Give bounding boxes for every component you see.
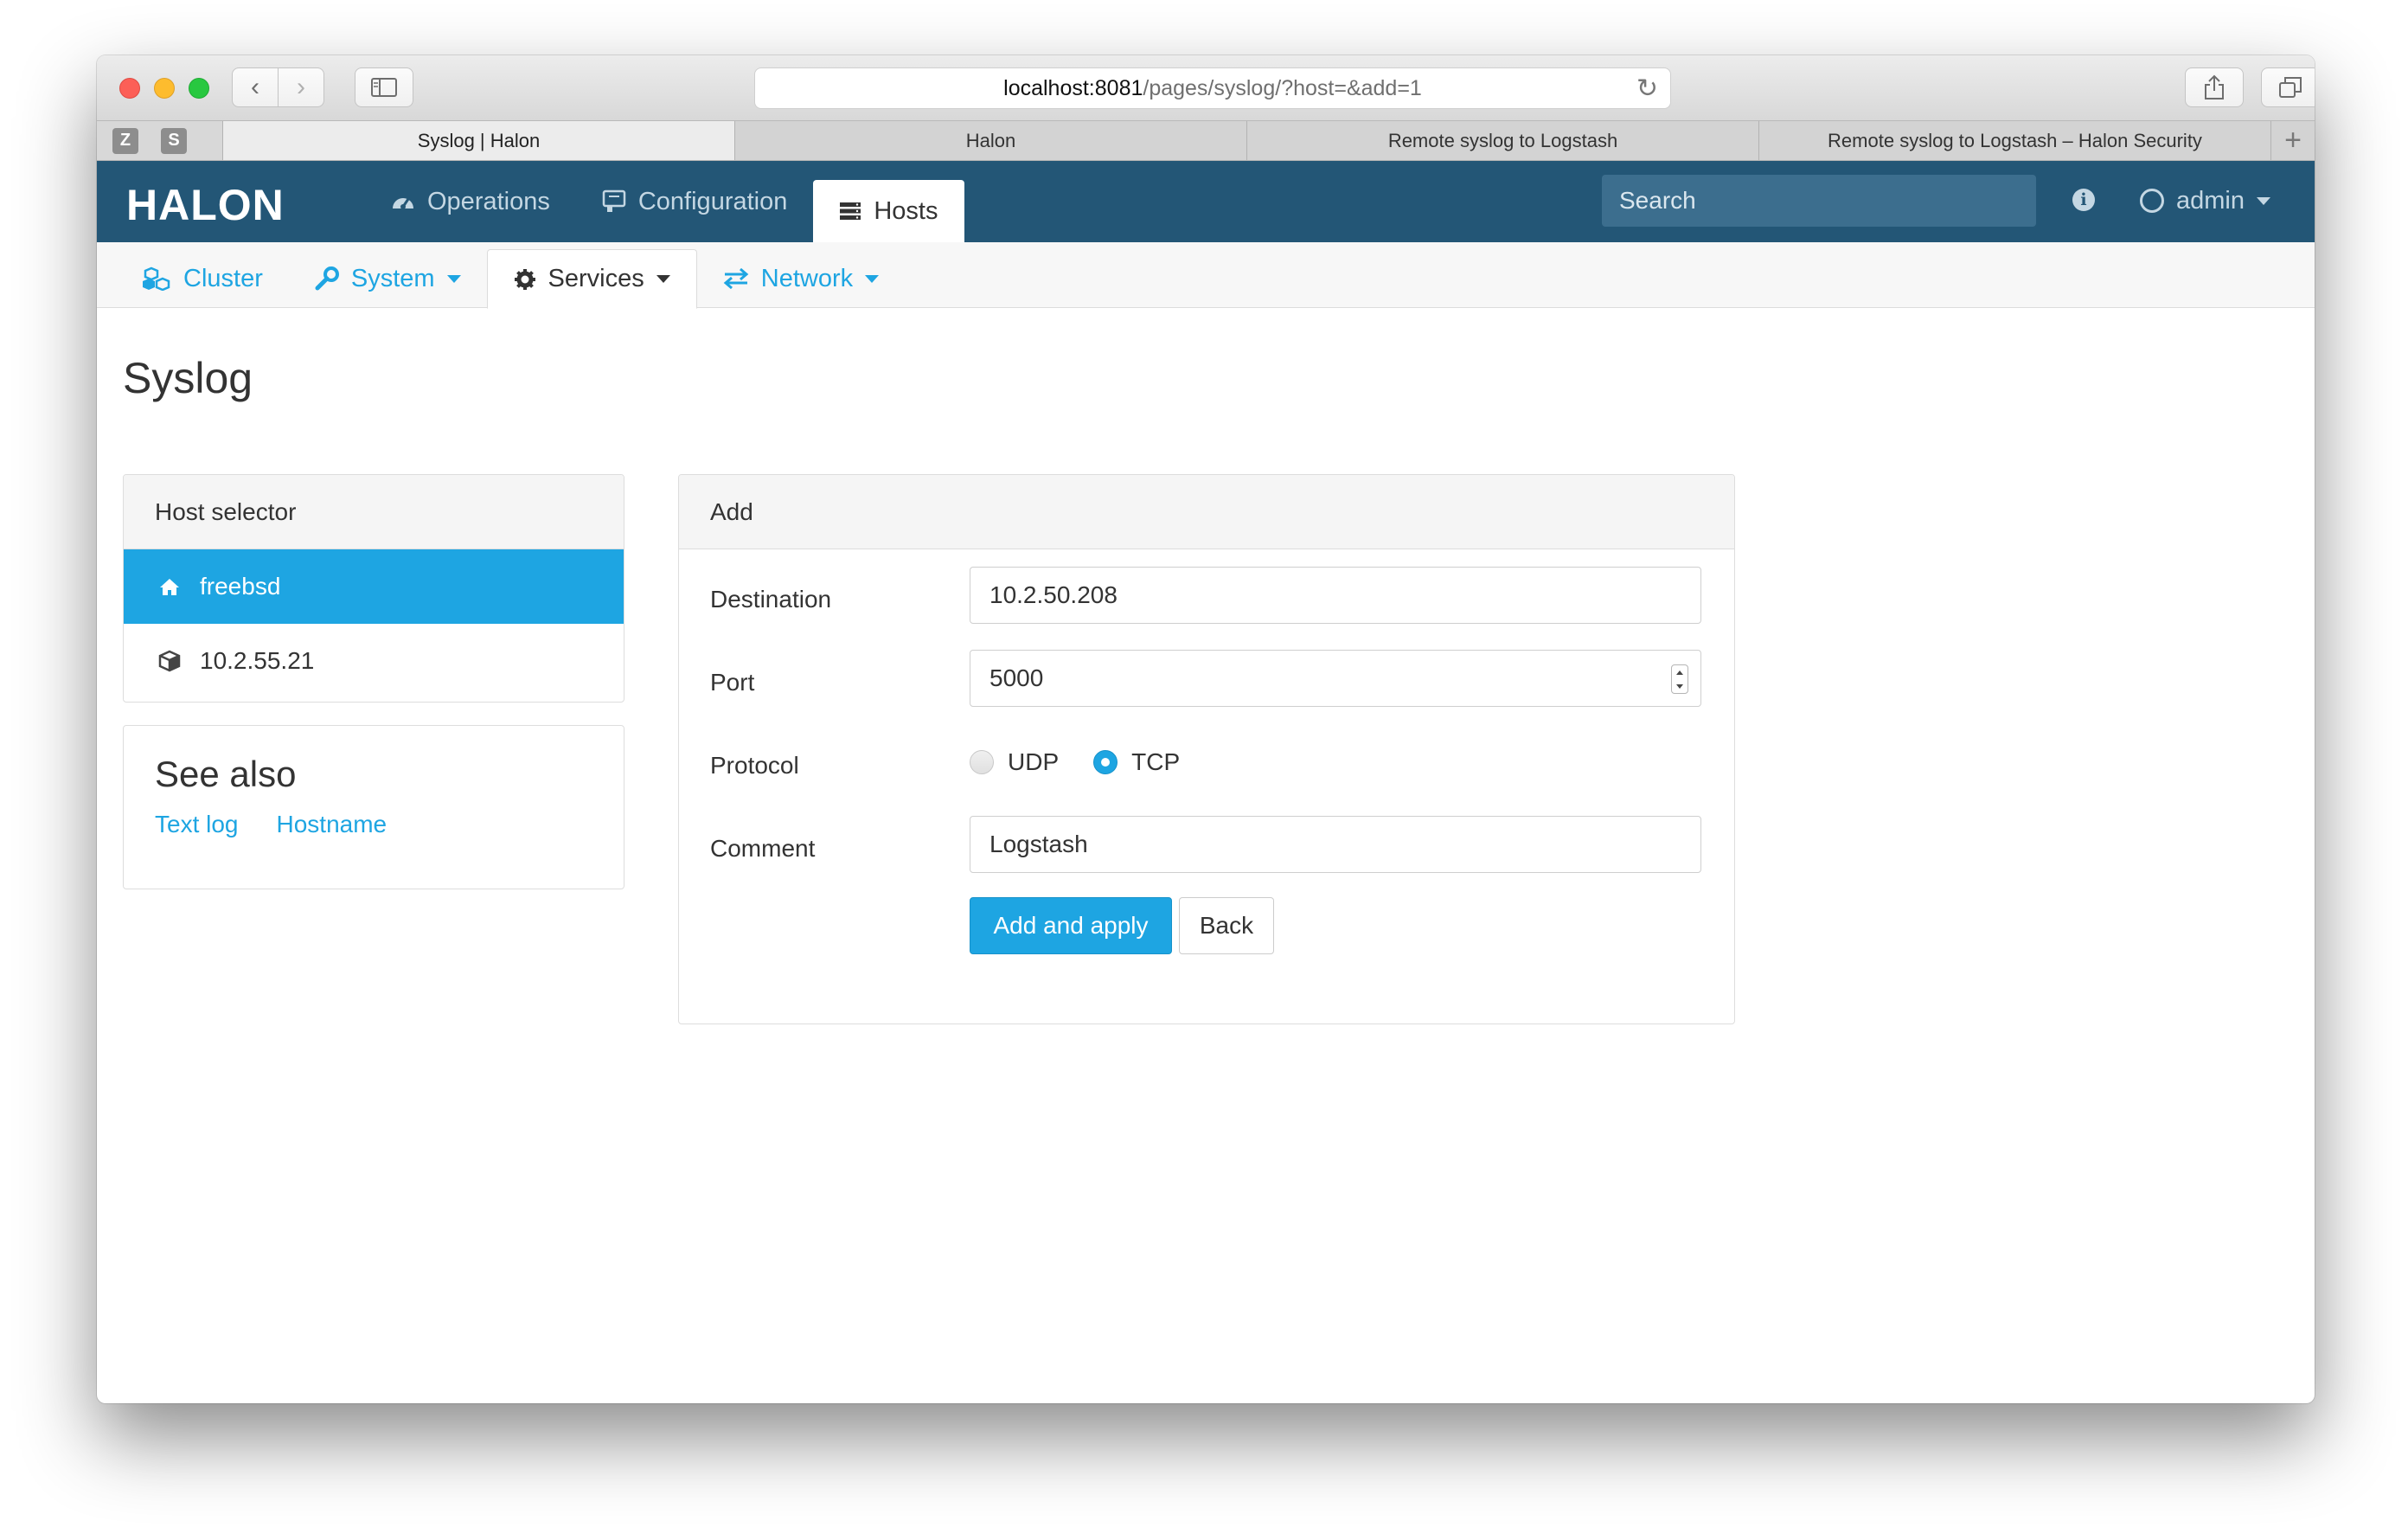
server-icon [840,202,861,220]
add-and-apply-button[interactable]: Add and apply [970,897,1172,954]
exchange-icon [723,268,749,289]
share-button[interactable] [2185,67,2244,107]
share-icon [2205,74,2224,99]
browser-tab-syslog[interactable]: Syslog | Halon [223,121,735,160]
port-label: Port [710,669,755,696]
see-also-panel: See also Text log Hostname [123,725,624,889]
nav-configuration-label: Configuration [637,187,788,215]
nav-operations-label: Operations [427,187,550,215]
url-host: localhost:8081 [1003,75,1143,100]
host-item-10-2-55-21[interactable]: 10.2.55.21 [124,624,624,698]
new-tab-button[interactable]: + [2271,121,2315,160]
user-icon [2140,189,2164,213]
browser-window: ‹ › localhost:8081/pages/syslog/?host=&a… [97,55,2315,1403]
subnav-system[interactable]: System [289,249,487,308]
link-hostname[interactable]: Hostname [277,811,387,838]
user-name: admin [2176,186,2245,215]
caret-down-icon [446,274,461,283]
subnav-cluster[interactable]: Cluster [116,249,289,308]
destination-input[interactable]: 10.2.50.208 [970,567,1701,624]
subnav-system-label: System [350,264,435,292]
maximize-window-button[interactable] [189,78,209,99]
main-nav: Operations Configuration Hosts [365,161,964,242]
subnav-network[interactable]: Network [697,249,905,308]
caret-down-icon [656,275,670,283]
nav-hosts-label: Hosts [874,196,938,225]
browser-tab-remote-syslog-security[interactable]: Remote syslog to Logstash – Halon Securi… [1759,121,2271,160]
search-input[interactable] [1602,175,2036,227]
browser-tab-remote-syslog[interactable]: Remote syslog to Logstash [1247,121,1759,160]
nav-operations[interactable]: Operations [365,161,576,242]
show-tabs-button[interactable] [2261,67,2315,107]
cube-icon [158,650,181,672]
minimize-window-button[interactable] [154,78,175,99]
pinned-tab-s[interactable]: S [161,127,187,154]
info-icon[interactable]: i [2072,189,2095,211]
host-selector-heading: Host selector [124,475,624,549]
subnav-services[interactable]: Services [486,249,697,309]
back-button-form[interactable]: Back [1179,897,1274,954]
host-item-freebsd[interactable]: freebsd [124,549,624,624]
port-stepper[interactable] [1671,664,1688,694]
address-bar[interactable]: localhost:8081/pages/syslog/?host=&add=1… [754,67,1671,109]
comment-input[interactable]: Logstash [970,816,1701,873]
protocol-tcp-radio[interactable] [1093,750,1118,774]
add-panel-heading: Add [679,475,1734,549]
caret-down-icon [865,274,880,283]
nav-configuration[interactable]: Configuration [576,161,814,242]
dashboard-icon [393,198,413,209]
pinned-tab-z[interactable]: Z [112,127,138,154]
protocol-tcp-label[interactable]: TCP [1131,748,1180,776]
wrench-icon [315,266,339,291]
home-icon [160,579,179,595]
close-window-button[interactable] [119,78,140,99]
page-title: Syslog [123,354,253,402]
subnav-cluster-label: Cluster [183,264,263,292]
browser-tab-halon[interactable]: Halon [735,121,1247,160]
subnav-network-label: Network [760,264,854,292]
nav-hosts[interactable]: Hosts [813,180,964,242]
chevron-right-icon: › [297,73,305,101]
cubes-icon [143,266,170,291]
protocol-radio-group: UDP TCP [970,748,1201,776]
sidebar-toggle-button[interactable] [355,67,413,107]
stepper-up-icon [1676,670,1683,675]
protocol-udp-radio[interactable] [970,750,994,774]
gear-icon [514,268,535,290]
host-selector-panel: Host selector freebsd 10.2.55.21 [123,474,624,703]
add-panel: Add Destination 10.2.50.208 Port 5000 Pr… [678,474,1735,1024]
reload-icon[interactable]: ↻ [1636,74,1658,104]
user-menu[interactable]: admin [2140,180,2270,221]
chevron-left-icon: ‹ [251,73,259,101]
subnav-services-label: Services [548,265,644,292]
tabs-overview-icon [2279,77,2302,98]
protocol-udp-label[interactable]: UDP [1008,748,1059,776]
comment-label: Comment [710,835,816,862]
stepper-down-icon [1676,683,1683,689]
sub-nav: Cluster System Services Network [97,242,2315,309]
app-header: HALON Operations Configuration Hosts i a… [97,161,2315,242]
see-also-title: See also [155,754,297,794]
config-icon [602,189,626,212]
protocol-label: Protocol [710,752,799,779]
host-label: 10.2.55.21 [200,647,315,674]
syslog-add-form: Destination 10.2.50.208 Port 5000 Protoc… [679,549,1734,1023]
forward-button[interactable]: › [278,67,324,107]
back-button[interactable]: ‹ [232,67,279,107]
port-value: 5000 [989,664,1044,691]
sidebar-icon [371,78,397,97]
titlebar: ‹ › localhost:8081/pages/syslog/?host=&a… [97,55,2315,121]
halon-logo[interactable]: HALON [126,180,285,230]
pinned-tabs: Z S [97,121,223,160]
link-text-log[interactable]: Text log [155,811,239,838]
caret-down-icon [2257,196,2270,205]
host-label: freebsd [200,573,281,600]
port-input[interactable]: 5000 [970,650,1701,707]
destination-label: Destination [710,586,832,613]
url-path: /pages/syslog/?host=&add=1 [1143,75,1422,100]
browser-tab-bar: Z S Syslog | Halon Halon Remote syslog t… [97,121,2315,161]
